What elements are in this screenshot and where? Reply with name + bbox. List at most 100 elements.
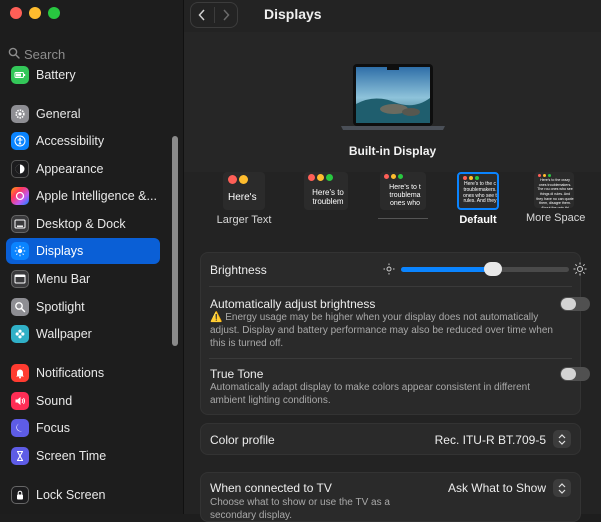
sidebar-item-general[interactable]: General xyxy=(6,101,160,127)
accessibility-icon xyxy=(11,132,29,150)
sidebar-item-label: Screen Time xyxy=(36,449,107,463)
window-controls xyxy=(10,7,60,19)
bell-icon xyxy=(11,364,29,382)
sidebar-item-notifications[interactable]: Notifications xyxy=(6,360,160,386)
hourglass-icon xyxy=(11,447,29,465)
page-title: Displays xyxy=(264,6,322,22)
option-divider xyxy=(378,218,428,219)
display-preview: Built-in Display xyxy=(184,32,601,172)
resolution-option-2[interactable]: Here's to troublem xyxy=(302,172,350,210)
row-divider xyxy=(209,286,572,287)
sidebar-item-focus[interactable]: Focus xyxy=(6,415,160,441)
resolution-preview: Here's xyxy=(223,172,265,210)
forward-button[interactable] xyxy=(215,3,238,27)
sidebar-item-displays[interactable]: Displays xyxy=(6,238,160,264)
sidebar-item-label: Sound xyxy=(36,394,73,408)
tv-value[interactable]: Ask What to Show xyxy=(448,481,546,495)
chevron-right-icon xyxy=(223,9,230,21)
tv-label: When connected to TV xyxy=(210,481,332,495)
resolution-preview: Here's to the c troublemakers. ones who … xyxy=(457,172,499,210)
brightness-label: Brightness xyxy=(210,263,267,277)
true-tone-label: True Tone xyxy=(210,367,264,381)
sidebar-item-label: Battery xyxy=(36,68,76,82)
tv-popup-button[interactable] xyxy=(553,479,571,497)
zoom-button[interactable] xyxy=(48,7,60,19)
resolution-option-larger-text[interactable]: Here's Larger Text xyxy=(210,172,278,226)
brightness-card: Brightness Automatically adjust brightne… xyxy=(200,252,590,415)
sidebar-item-desktop-dock[interactable]: Desktop & Dock xyxy=(6,211,160,237)
sidebar-item-appearance[interactable]: Appearance xyxy=(6,156,160,182)
tv-description: Choose what to show or use the TV as a s… xyxy=(210,497,390,521)
laptop-icon xyxy=(341,64,445,130)
resolution-preview: Here's to t troublema ones who xyxy=(380,172,426,210)
true-tone-toggle[interactable] xyxy=(560,367,590,381)
sun-icon xyxy=(11,242,29,260)
sidebar-item-label: Spotlight xyxy=(36,300,85,314)
sun-large-icon xyxy=(573,262,587,276)
tv-card: When connected to TV Choose what to show… xyxy=(200,472,581,522)
resolution-label: Larger Text xyxy=(216,214,272,226)
close-button[interactable] xyxy=(10,7,22,19)
sun-small-icon xyxy=(383,263,395,275)
sidebar-item-lock-screen[interactable]: Lock Screen xyxy=(6,482,160,508)
sidebar-item-label: Lock Screen xyxy=(36,488,106,502)
sidebar-item-sound[interactable]: Sound xyxy=(6,388,160,414)
true-tone-description: Automatically adapt display to make colo… xyxy=(210,382,530,406)
resolution-option-3[interactable]: Here's to t troublema ones who xyxy=(378,172,428,219)
sidebar-scrollbar[interactable] xyxy=(172,136,178,346)
flower-icon xyxy=(11,325,29,343)
chevron-updown-icon xyxy=(558,482,566,494)
color-profile-value[interactable]: Rec. ITU-R BT.709-5 xyxy=(435,433,546,447)
color-profile-label: Color profile xyxy=(210,433,275,447)
navigation-buttons xyxy=(190,2,238,28)
sidebar-item-battery[interactable]: Battery xyxy=(6,62,160,88)
resolution-label: Default xyxy=(459,214,497,226)
dock-icon xyxy=(11,215,29,233)
sidebar-item-label: Desktop & Dock xyxy=(36,217,126,231)
sidebar-item-label: General xyxy=(36,107,81,121)
gear-icon xyxy=(11,105,29,123)
sidebar-item-label: Apple Intelligence &... xyxy=(36,189,157,203)
main-content: Displays Built-in Display Here's Larger … xyxy=(184,0,601,522)
sidebar-item-label: Displays xyxy=(36,244,84,258)
sidebar-item-spotlight[interactable]: Spotlight xyxy=(6,294,160,320)
sidebar-item-apple-intelligence[interactable]: Apple Intelligence &... xyxy=(6,183,160,209)
sidebar-item-label: Appearance xyxy=(36,162,104,176)
resolution-option-more-space[interactable]: Here's to the crazy ones troublemakers. … xyxy=(526,172,586,224)
auto-brightness-label: Automatically adjust brightness xyxy=(210,297,376,311)
resolution-options: Here's Larger Text Here's to troublem He… xyxy=(184,172,601,230)
sidebar-item-wallpaper[interactable]: Wallpaper xyxy=(6,321,160,347)
resolution-preview: Here's to the crazy ones troublemakers. … xyxy=(534,172,574,208)
resolution-preview: Here's to troublem xyxy=(304,172,348,210)
auto-brightness-toggle[interactable] xyxy=(560,297,590,311)
brightness-slider[interactable] xyxy=(401,262,569,276)
minimize-button[interactable] xyxy=(29,7,41,19)
sidebar-item-label: Wallpaper xyxy=(36,327,92,341)
chevron-updown-icon xyxy=(558,433,566,445)
chevron-left-icon xyxy=(198,9,205,21)
color-profile-card: Color profile Rec. ITU-R BT.709-5 xyxy=(200,423,581,455)
sidebar-item-accessibility[interactable]: Accessibility xyxy=(6,128,160,154)
search-field[interactable]: Search xyxy=(8,45,158,63)
moon-icon xyxy=(11,419,29,437)
auto-brightness-warning: ⚠️ Energy usage may be higher when your … xyxy=(210,312,553,349)
toolbar: Displays xyxy=(184,0,601,30)
sidebar-item-menu-bar[interactable]: Menu Bar xyxy=(6,266,160,292)
lock-icon xyxy=(11,486,29,504)
resolution-label: More Space xyxy=(526,212,586,224)
row-divider xyxy=(209,358,572,359)
display-name: Built-in Display xyxy=(348,144,437,158)
magnifier-icon xyxy=(11,298,29,316)
sidebar-item-screen-time[interactable]: Screen Time xyxy=(6,443,160,469)
sidebar-item-label: Focus xyxy=(36,421,71,435)
search-placeholder: Search xyxy=(24,46,66,62)
resolution-option-default[interactable]: Here's to the c troublemakers. ones who … xyxy=(454,172,502,226)
menubar-icon xyxy=(11,270,29,288)
apple-intelligence-icon xyxy=(11,187,29,205)
back-button[interactable] xyxy=(191,3,214,27)
sidebar-item-label: Accessibility xyxy=(36,134,105,148)
search-icon xyxy=(8,47,20,62)
brightness-slider-fill xyxy=(401,267,493,272)
color-profile-popup-button[interactable] xyxy=(553,430,571,448)
brightness-slider-knob[interactable] xyxy=(484,262,502,276)
